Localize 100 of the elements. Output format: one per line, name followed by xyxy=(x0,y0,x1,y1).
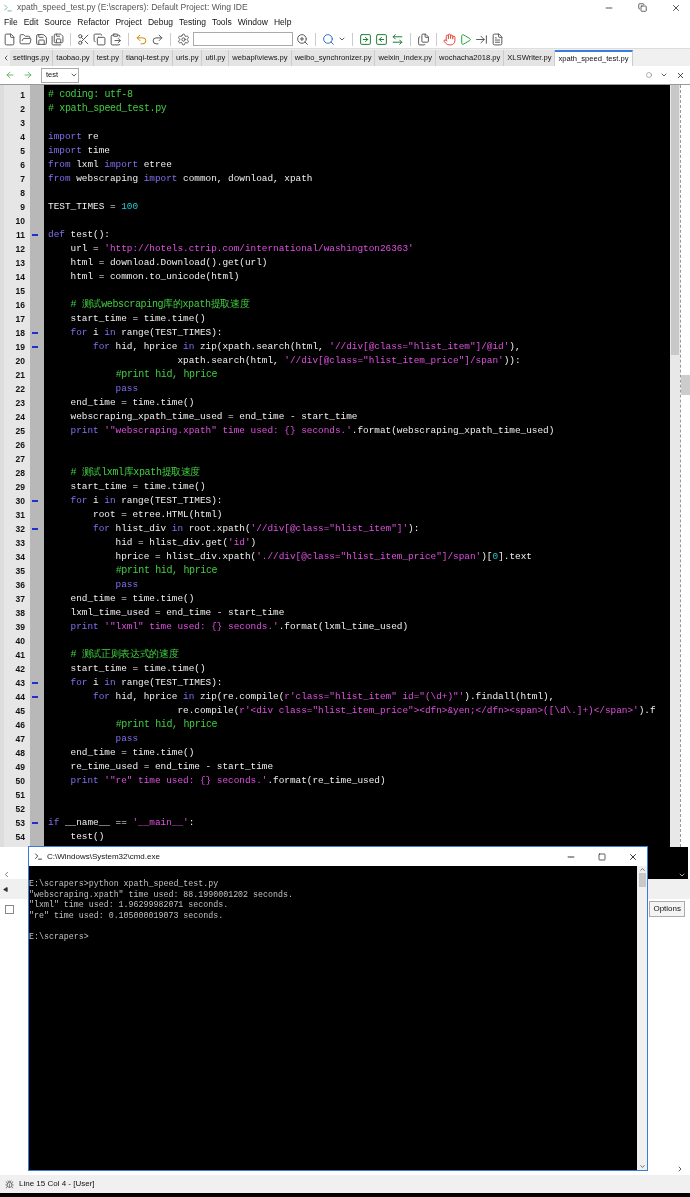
console-scrollbar[interactable] xyxy=(637,866,647,1170)
line-number: 50 xyxy=(14,775,26,788)
line-number: 19 xyxy=(14,341,26,354)
fold-marker[interactable] xyxy=(32,528,38,530)
fold-marker[interactable] xyxy=(32,500,38,502)
search-field[interactable] xyxy=(193,32,293,46)
copy-icon[interactable] xyxy=(93,32,106,46)
arrow-right-icon[interactable] xyxy=(359,32,372,46)
console-prompt: E:\scrapers> xyxy=(29,931,89,942)
code-line: #print hid, hprice xyxy=(114,368,218,382)
new-file-icon[interactable] xyxy=(3,32,16,46)
hand-icon[interactable] xyxy=(443,32,456,46)
close-editor-icon[interactable] xyxy=(676,70,685,80)
code-line: start_time = time.time() xyxy=(69,312,206,326)
line-number: 46 xyxy=(14,719,26,732)
scroll-down-icon[interactable] xyxy=(678,871,686,879)
bug-icon xyxy=(5,1179,14,1189)
line-number: 54 xyxy=(14,831,26,844)
menu-item[interactable]: Project xyxy=(115,16,142,29)
code-line: re.compile(r'<div class="hlist_item_price"><dfn>&yen;</dfn><span>([\d\.]+)</span>').f xyxy=(176,704,656,718)
menu-item[interactable]: Debug xyxy=(147,16,173,29)
line-number: 4 xyxy=(19,131,26,144)
fold-marker[interactable] xyxy=(32,332,38,334)
line-number: 6 xyxy=(19,159,26,172)
line-number: 5 xyxy=(19,145,26,158)
menu-caret-icon[interactable] xyxy=(660,71,668,79)
console-icon xyxy=(34,852,43,861)
scroll-right-icon[interactable] xyxy=(676,1165,684,1173)
fold-marker[interactable] xyxy=(32,346,38,348)
scrollbar-thumb[interactable] xyxy=(638,873,646,887)
code-line: # 测试正则表达式的速度 xyxy=(69,648,179,662)
redo-icon[interactable] xyxy=(151,32,164,46)
tab-scroll-icon[interactable] xyxy=(3,886,8,892)
line-number: 17 xyxy=(14,313,26,326)
paste-icon[interactable] xyxy=(109,32,122,46)
menu-item[interactable]: Source xyxy=(44,16,72,29)
menu-item[interactable]: File xyxy=(4,16,18,29)
line-number: 36 xyxy=(14,579,26,592)
close-icon[interactable] xyxy=(628,851,638,862)
line-number: 11 xyxy=(15,229,26,242)
code-line: import time xyxy=(48,144,110,158)
fold-marker[interactable] xyxy=(32,234,38,236)
scroll-left-icon[interactable] xyxy=(2,870,11,879)
close-icon[interactable] xyxy=(671,2,681,13)
cut-icon[interactable] xyxy=(77,32,90,46)
scroll-left-icon[interactable] xyxy=(2,53,10,62)
line-number: 39 xyxy=(14,621,26,634)
scroll-up-icon[interactable] xyxy=(638,866,646,873)
menu-item[interactable]: Tools xyxy=(211,16,232,29)
console-line: "re" time used: 0.105000019073 seconds. xyxy=(29,910,224,921)
options-button[interactable]: Options xyxy=(649,901,685,917)
status-text: Line 15 Col 4 - [User] xyxy=(19,1178,95,1190)
files-icon[interactable] xyxy=(417,32,430,46)
code-line: xpath.search(html, '//div[@class="hlist_item_price"]/span')): xyxy=(176,354,521,368)
code-line: for i in range(TEST_TIMES): xyxy=(69,494,223,508)
menu-item[interactable]: Testing xyxy=(178,16,206,29)
caret-icon[interactable] xyxy=(338,35,346,43)
line-number: 42 xyxy=(14,663,26,676)
save-icon[interactable] xyxy=(35,32,48,46)
fold-marker[interactable] xyxy=(32,822,38,824)
line-number: 48 xyxy=(14,747,26,760)
settings-icon[interactable] xyxy=(177,32,190,46)
line-number: 25 xyxy=(14,425,26,438)
line-number: 52 xyxy=(14,803,26,816)
arrow-left-icon[interactable] xyxy=(375,32,388,46)
menu-item[interactable]: Window xyxy=(237,16,268,29)
line-number: 35 xyxy=(14,565,26,578)
maximize-icon[interactable] xyxy=(598,852,606,861)
side-scrollbar[interactable] xyxy=(680,85,690,847)
caret-icon[interactable] xyxy=(70,71,78,79)
code-line: for i in range(TEST_TIMES): xyxy=(69,676,223,690)
search-icon[interactable] xyxy=(296,32,309,46)
restore-icon[interactable] xyxy=(638,3,647,12)
code-line: for hid, hprice in zip(re.compile(r'class="hlist_item" id="(\d+)"').findall(html), xyxy=(92,690,555,704)
arrows-icon[interactable] xyxy=(391,32,404,46)
search-icon[interactable] xyxy=(322,32,335,46)
scrollbar[interactable] xyxy=(670,85,680,847)
back-icon[interactable] xyxy=(5,70,15,80)
line-number: 31 xyxy=(14,509,26,522)
console-line: E:\scrapers>python xpath_speed_test.py xyxy=(29,879,219,890)
code-line: print '"lxml" time used: {} seconds.'.format(lxml_time_used) xyxy=(69,620,409,634)
menu-item[interactable]: Refactor xyxy=(77,16,110,29)
save-all-icon[interactable] xyxy=(51,32,64,46)
folder-icon[interactable] xyxy=(19,32,32,46)
line-number: 24 xyxy=(14,411,26,424)
line-number: 18 xyxy=(14,327,26,340)
line-number: 27 xyxy=(14,453,26,466)
checkbox[interactable] xyxy=(5,904,14,914)
undo-icon[interactable] xyxy=(135,32,148,46)
menu-item[interactable]: Edit xyxy=(23,16,39,29)
fold-marker[interactable] xyxy=(32,696,38,698)
line-number: 16 xyxy=(14,299,26,312)
code-line: start_time = time.time() xyxy=(69,662,206,676)
fold-marker[interactable] xyxy=(32,682,38,684)
line-number: 47 xyxy=(14,733,26,746)
document-icon[interactable] xyxy=(491,32,504,46)
menu-item[interactable]: Help xyxy=(273,16,292,29)
code-line: #print hid, hprice xyxy=(114,718,218,732)
forward-icon[interactable] xyxy=(23,70,33,80)
code-line: lxml_time_used = end_time - start_time xyxy=(69,606,285,620)
